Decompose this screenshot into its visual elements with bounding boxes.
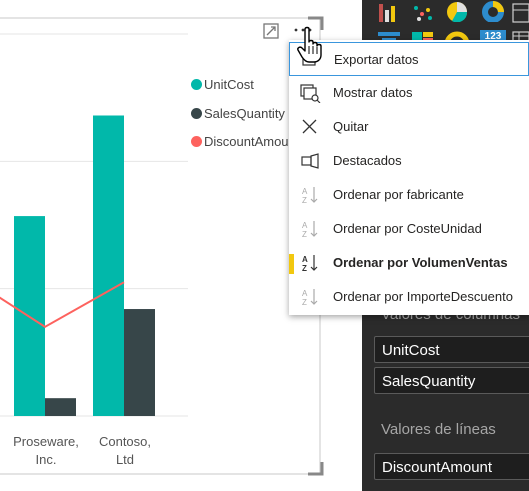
x-axis-label-line: Contoso,: [98, 434, 152, 449]
pie-chart-viz-icon[interactable]: [444, 0, 470, 22]
spotlight-icon: [301, 153, 319, 169]
combo-chart[interactable]: [0, 0, 320, 474]
menu-item-sort-salesvolume[interactable]: AZ Ordenar por VolumenVentas: [289, 246, 529, 280]
menu-item-show-data[interactable]: Mostrar datos: [289, 76, 529, 110]
line-chart-viz-icon[interactable]: [376, 2, 402, 24]
legend-label: UnitCost: [204, 77, 254, 92]
svg-text:Z: Z: [302, 196, 307, 205]
menu-item-spotlight[interactable]: Destacados: [289, 144, 529, 178]
scatter-chart-viz-icon[interactable]: [410, 2, 436, 24]
svg-text:Z: Z: [302, 298, 307, 307]
legend-swatch-unitcost: [191, 79, 202, 90]
menu-item-label: Exportar datos: [334, 52, 419, 67]
field-well-discountamount[interactable]: DiscountAmount: [374, 453, 529, 480]
menu-item-label: Mostrar datos: [333, 85, 413, 100]
bar-salesquantity-1[interactable]: [45, 398, 76, 416]
legend-swatch-salesquantity: [191, 108, 202, 119]
menu-item-label: Ordenar por CosteUnidad: [333, 221, 482, 236]
show-data-icon: [300, 84, 321, 103]
focus-mode-icon[interactable]: [262, 22, 280, 40]
menu-item-label: Quitar: [333, 119, 369, 134]
svg-text:A: A: [302, 255, 308, 264]
menu-item-label: Destacados: [333, 153, 402, 168]
sort-az-icon: AZ: [302, 255, 318, 273]
hand-cursor-icon: [297, 26, 322, 63]
visual-options-menu: Exportar datos Mostrar datos Quitar Dest…: [289, 40, 529, 315]
menu-item-label: Ordenar por fabricante: [333, 187, 464, 202]
sort-az-icon: AZ: [302, 221, 318, 239]
x-axis-label-line: Ltd: [115, 452, 135, 467]
menu-item-label: Ordenar por VolumenVentas: [333, 255, 508, 270]
field-well-salesquantity[interactable]: SalesQuantity: [374, 367, 529, 394]
field-well-unitcost[interactable]: UnitCost: [374, 336, 529, 363]
legend-swatch-discountamount: [191, 136, 202, 147]
donut-chart-viz-icon[interactable]: [480, 0, 506, 22]
matrix-viz-icon[interactable]: [512, 2, 529, 24]
legend-label: DiscountAmou: [204, 134, 289, 149]
remove-icon: [302, 119, 317, 134]
svg-text:A: A: [302, 221, 308, 230]
svg-text:A: A: [302, 289, 308, 298]
x-axis-label: Contoso, Ltd: [75, 433, 175, 469]
line-values-label: Valores de líneas: [381, 421, 496, 438]
svg-text:Z: Z: [302, 230, 307, 239]
legend-label: SalesQuantity: [204, 106, 285, 121]
sort-az-icon: AZ: [302, 187, 318, 205]
sort-az-icon: AZ: [302, 289, 318, 307]
menu-item-sort-discountamount[interactable]: AZ Ordenar por ImporteDescuento: [289, 280, 529, 314]
selected-indicator: [289, 254, 294, 274]
report-canvas: Proseware, Inc. Contoso, Ltd UnitCost Sales…: [0, 0, 529, 491]
menu-item-export-data[interactable]: Exportar datos: [289, 42, 529, 76]
svg-text:A: A: [302, 187, 308, 196]
bar-salesquantity-2[interactable]: [124, 309, 155, 416]
menu-item-remove[interactable]: Quitar: [289, 110, 529, 144]
bar-unitcost-2[interactable]: [93, 115, 124, 416]
menu-item-label: Ordenar por ImporteDescuento: [333, 289, 513, 304]
svg-text:Z: Z: [302, 264, 307, 273]
menu-item-sort-manufacturer[interactable]: AZ Ordenar por fabricante: [289, 178, 529, 212]
menu-item-sort-unitcost[interactable]: AZ Ordenar por CosteUnidad: [289, 212, 529, 246]
